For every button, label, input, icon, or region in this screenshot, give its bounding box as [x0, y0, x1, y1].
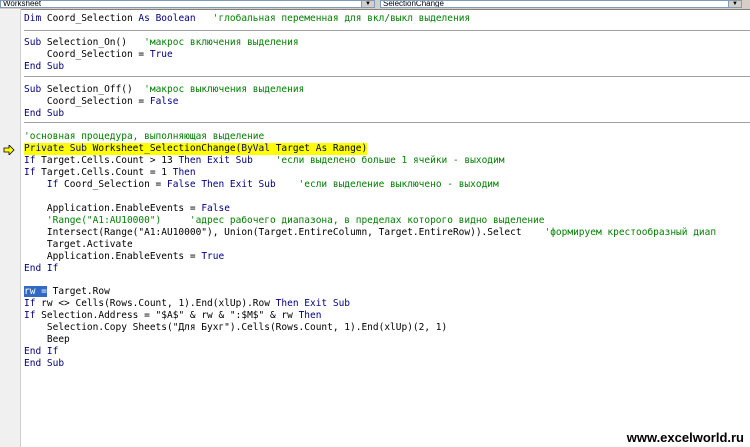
code-token: Selection_On() — [41, 37, 127, 48]
code-line[interactable]: If rw <> Cells(Rows.Count, 1).End(xlUp).… — [24, 298, 350, 310]
code-token: Dim — [24, 13, 42, 24]
indicator-margin[interactable] — [0, 9, 21, 447]
code-pane[interactable]: Dim Coord_Selection As Boolean 'глобальн… — [24, 9, 750, 447]
code-token: Selection.Copy Sheets("Для Бухг").Cells(… — [24, 322, 448, 333]
code-line[interactable]: Coord_Selection = False — [24, 96, 179, 108]
code-line[interactable]: If Coord_Selection = False Then Exit Sub… — [24, 179, 499, 191]
code-token: End Sub — [24, 61, 65, 72]
code-line[interactable]: If Selection.Address = "$A$" & rw & ":$M… — [24, 310, 321, 322]
code-line[interactable]: End If — [24, 263, 58, 275]
code-token: If — [24, 310, 36, 321]
code-line[interactable]: End If — [24, 346, 58, 358]
code-comment: 'если выделено больше 1 ячейки - выходим — [252, 155, 505, 166]
code-token: rw <> Cells(Rows.Count, 1).End(xlUp).Row — [35, 298, 276, 309]
code-line[interactable]: End Sub — [24, 108, 64, 120]
code-token: Coord_Selection — [41, 13, 139, 24]
code-line[interactable]: If Target.Cells.Count > 13 Then Exit Sub… — [24, 155, 504, 167]
code-token: Target.Activate — [24, 239, 133, 250]
code-token: Sub — [24, 84, 42, 95]
code-line[interactable]: Sub Selection_On() 'макрос включения выд… — [24, 37, 299, 49]
code-token: End If — [24, 346, 59, 357]
code-token: Intersect(Range("A1:AU10000"), Union(Tar… — [24, 227, 522, 238]
code-line[interactable]: Coord_Selection = True — [24, 49, 173, 61]
code-token: As — [315, 143, 328, 154]
code-line[interactable]: End Sub — [24, 358, 64, 370]
selected-text[interactable]: rw = — [24, 286, 47, 297]
object-combo-value: Worksheet — [3, 0, 42, 8]
code-token: Application.EnableEvents = — [24, 251, 202, 262]
code-token: Selection_Off() — [41, 84, 133, 95]
code-line-current[interactable]: Private Sub Worksheet_SelectionChange(By… — [24, 143, 368, 155]
code-comment: 'глобальная переменная для вкл/выкл выде… — [195, 13, 471, 24]
code-comment: 'формируем крестообразный диап — [521, 227, 717, 238]
code-token: Then Exit Sub — [178, 155, 253, 166]
code-token: Target.Row — [46, 286, 110, 297]
code-token: False Then Exit Sub — [167, 179, 276, 190]
code-token: As Boolean — [138, 13, 196, 24]
code-comment: 'Range("A1:AU10000") 'адрес рабочего диа… — [24, 215, 545, 226]
code-token: End Sub — [24, 358, 65, 369]
procedure-separator — [24, 122, 750, 123]
code-token: Sub — [24, 37, 42, 48]
code-line[interactable]: Intersect(Range("A1:AU10000"), Union(Tar… — [24, 227, 716, 239]
code-token: If — [24, 298, 36, 309]
code-token: True — [149, 49, 173, 60]
code-token: Then Exit Sub — [275, 298, 351, 309]
code-line[interactable]: Beep — [24, 334, 70, 346]
code-line[interactable]: Sub Selection_Off() 'макрос выключения в… — [24, 84, 304, 96]
code-line[interactable]: rw = Target.Row — [24, 286, 110, 298]
code-token: Then — [298, 310, 322, 321]
code-line[interactable]: If Target.Cells.Count = 1 Then — [24, 167, 196, 179]
chevron-down-icon[interactable]: ▼ — [728, 1, 741, 7]
code-line[interactable]: Target.Activate — [24, 239, 133, 251]
execution-pointer-icon — [3, 145, 15, 155]
code-line[interactable]: 'основная процедура, выполняющая выделен… — [24, 131, 264, 143]
code-token: Coord_Selection = — [24, 96, 150, 107]
procedure-combo-value: SelectionChange — [383, 0, 444, 8]
code-token: Target.Cells.Count = 1 — [35, 167, 173, 178]
code-token: False — [201, 203, 230, 214]
chevron-down-icon[interactable]: ▼ — [361, 1, 374, 7]
code-token: True — [201, 251, 225, 262]
code-line[interactable]: Dim Coord_Selection As Boolean 'глобальн… — [24, 13, 470, 25]
code-token: False — [149, 96, 179, 107]
procedure-combo[interactable]: SelectionChange ▼ — [380, 0, 742, 8]
code-token: Application.EnableEvents = — [24, 203, 202, 214]
code-token: ByVal — [241, 143, 270, 154]
code-token: End Sub — [24, 108, 65, 119]
code-comment: 'макрос выключения выделения — [132, 84, 305, 95]
code-token: If — [24, 179, 59, 190]
code-line[interactable]: Selection.Copy Sheets("Для Бухг").Cells(… — [24, 322, 447, 334]
code-comment: 'если выделение выключено - выходим — [275, 179, 499, 190]
code-token: Coord_Selection = — [58, 179, 167, 190]
code-token: If — [24, 155, 36, 166]
code-token: End If — [24, 263, 59, 274]
code-token: Beep — [24, 334, 70, 345]
code-token: Target.Cells.Count > 13 — [35, 155, 179, 166]
code-line[interactable]: Application.EnableEvents = False — [24, 203, 230, 215]
object-combo[interactable]: Worksheet ▼ — [0, 0, 375, 8]
code-token: If — [24, 167, 36, 178]
code-token: Private Sub — [24, 143, 87, 154]
code-token: Selection.Address = "$A$" & rw & ":$M$" … — [35, 310, 299, 321]
code-line[interactable]: Application.EnableEvents = True — [24, 251, 224, 263]
code-token: Then — [172, 167, 196, 178]
code-token: Target — [269, 143, 316, 154]
code-token: Range) — [327, 143, 368, 154]
code-line[interactable]: End Sub — [24, 61, 64, 73]
procedure-separator — [24, 30, 750, 31]
code-comment: 'основная процедура, выполняющая выделен… — [24, 131, 265, 142]
code-token: Worksheet_SelectionChange( — [86, 143, 242, 154]
procedure-separator — [24, 76, 750, 77]
code-line[interactable]: 'Range("A1:AU10000") 'адрес рабочего диа… — [24, 215, 545, 227]
code-token: Coord_Selection = — [24, 49, 150, 60]
code-comment: 'макрос включения выделения — [126, 37, 299, 48]
watermark: www.excelworld.ru — [626, 430, 744, 445]
